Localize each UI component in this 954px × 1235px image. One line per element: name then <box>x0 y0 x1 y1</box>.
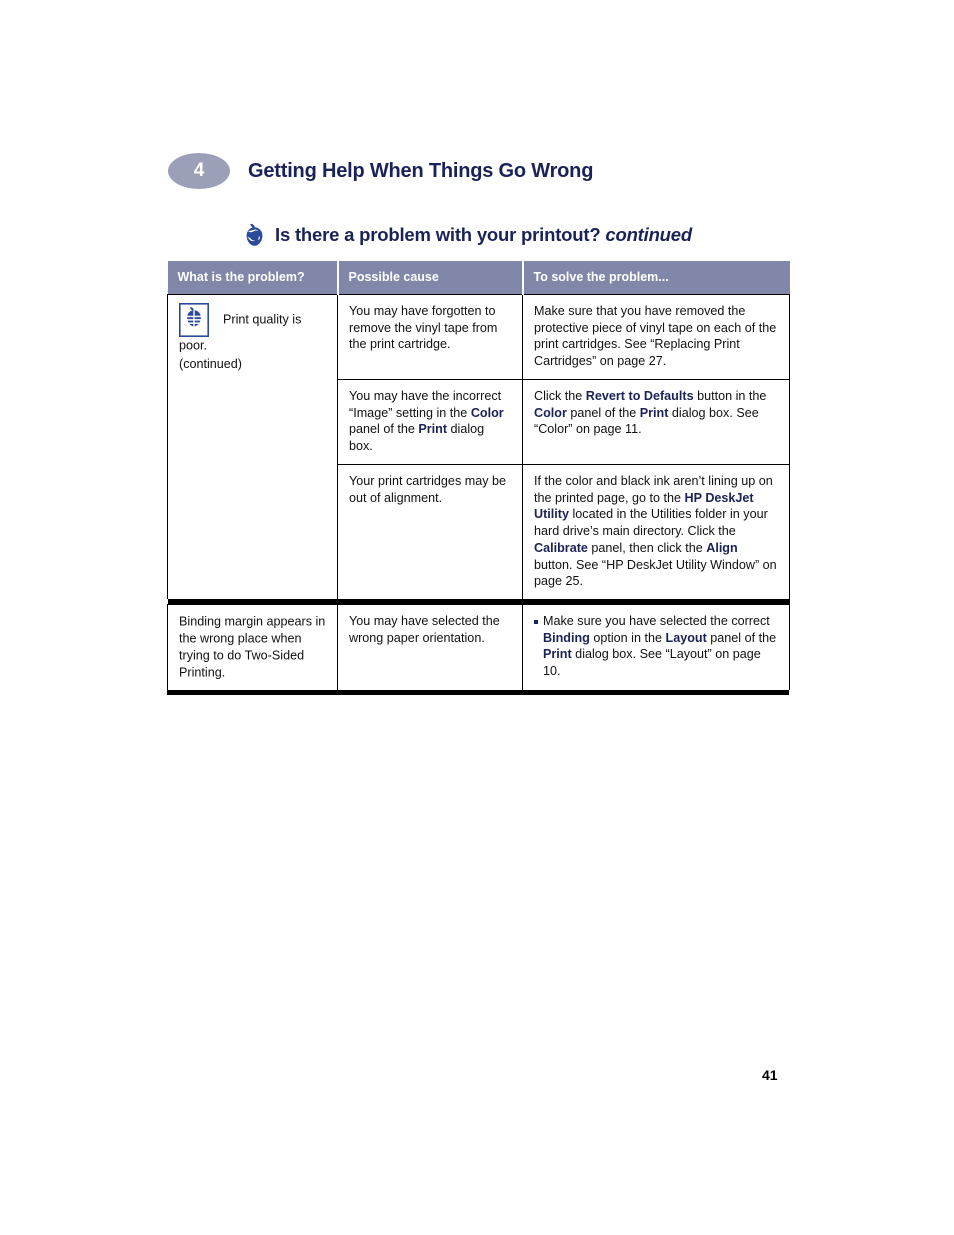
section-title-text: Is there a problem with your printout? <box>275 224 601 245</box>
bullet-square-icon <box>534 620 538 625</box>
chapter-title: Getting Help When Things Go Wrong <box>248 159 594 182</box>
table-header-row: What is the problem? Possible cause To s… <box>167 261 790 295</box>
column-header-cause: Possible cause <box>337 261 524 295</box>
solution-cell: If the color and black ink aren’t lining… <box>522 463 790 600</box>
problem-icon-line: Print quality is poor. <box>179 303 326 354</box>
troubleshooting-table: What is the problem? Possible cause To s… <box>167 261 790 691</box>
mac-print-icon <box>179 303 209 338</box>
ui-term: HP DeskJet Utility <box>534 490 754 522</box>
table-body: Print quality is poor. (continued) You may… <box>167 294 790 691</box>
ui-term: Align <box>706 540 738 555</box>
problem-label: Binding margin appears in the wrong plac… <box>179 614 326 680</box>
ui-term: Print <box>639 405 669 420</box>
problem-cell: Binding margin appears in the wrong plac… <box>167 604 338 691</box>
problem-sub-label: (continued) <box>179 357 243 372</box>
table-row: Print quality is poor. (continued) You may… <box>167 294 790 600</box>
troubleshooting-table-wrapper: What is the problem? Possible cause To s… <box>167 261 790 696</box>
bulleted-solution: Make sure you have selected the correct … <box>534 613 778 680</box>
ui-term: Print <box>418 422 448 437</box>
column-header-solution: To solve the problem... <box>522 261 790 295</box>
ui-term: Print <box>543 647 572 662</box>
table-bottom-border <box>167 690 789 696</box>
chapter-header: 4 Getting Help When Things Go Wrong <box>168 150 808 192</box>
ui-term: Revert to Defaults <box>585 388 694 403</box>
solution-cell: Make sure you have selected the correct … <box>522 604 790 691</box>
table-row: Binding margin appears in the wrong plac… <box>167 604 790 691</box>
ui-term: Binding <box>543 630 590 645</box>
problem-cell: Print quality is poor. (continued) <box>167 294 338 600</box>
cause-cell: You may have forgotten to remove the vin… <box>337 294 523 380</box>
solution-cell: Make sure that you have removed the prot… <box>522 294 790 380</box>
apple-logo-icon <box>243 222 266 248</box>
column-header-problem: What is the problem? <box>167 261 339 295</box>
section-title: Is there a problem with your printout? c… <box>275 224 692 246</box>
solution-cell: Click the Revert to Defaults button in t… <box>522 378 790 465</box>
ui-term: Calibrate <box>534 540 588 555</box>
cause-cell: You may have selected the wrong paper or… <box>337 604 523 691</box>
section-heading: Is there a problem with your printout? c… <box>243 222 692 248</box>
cause-cell: You may have the incorrect “Image” setti… <box>337 378 523 465</box>
section-continued-label: continued <box>605 224 692 245</box>
cause-cell: Your print cartridges may be out of alig… <box>337 463 523 600</box>
ui-term: Color <box>534 405 567 420</box>
solution-text: Make sure you have selected the correct … <box>543 614 777 679</box>
page-number: 41 <box>762 1067 778 1083</box>
chapter-number-badge: 4 <box>168 153 230 189</box>
manual-page: 4 Getting Help When Things Go Wrong Is t… <box>0 0 954 1235</box>
ui-term: Color <box>470 405 504 420</box>
ui-term: Layout <box>665 630 707 645</box>
